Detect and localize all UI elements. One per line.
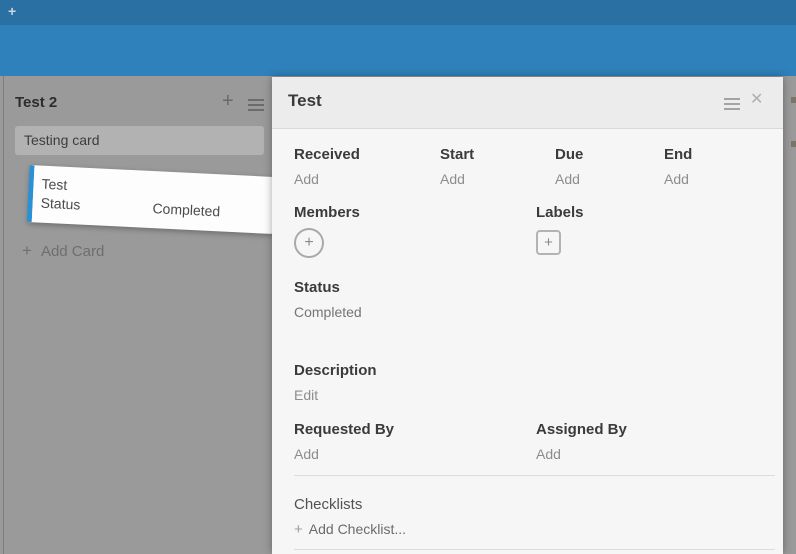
status-value[interactable]: Completed [294, 304, 761, 320]
date-due: Due Add [555, 146, 664, 187]
due-add-link[interactable]: Add [555, 171, 580, 187]
date-received: Received Add [294, 146, 440, 187]
card-detail-body: Received Add Start Add Due Add End Add [272, 146, 783, 550]
checklists-label: Checklists [294, 496, 761, 513]
clipped-next-list-fragment [791, 141, 796, 147]
plus-icon: + [304, 234, 313, 252]
members-section: Members + [294, 204, 536, 258]
add-card-label: Add Card [41, 243, 104, 260]
received-add-link[interactable]: Add [294, 171, 319, 187]
assigned-by-add-link[interactable]: Add [536, 446, 561, 462]
add-board-icon[interactable]: + [8, 3, 16, 19]
due-label: Due [555, 146, 664, 163]
board-header-banner [0, 25, 796, 76]
close-icon[interactable]: ✕ [750, 89, 763, 109]
assigned-by-label: Assigned By [536, 421, 761, 438]
add-card-button[interactable]: + Add Card [22, 241, 104, 261]
members-label: Members [294, 204, 536, 221]
add-checklist-label: Add Checklist... [309, 521, 406, 538]
requested-by-section: Requested By Add [294, 421, 536, 462]
section-divider [294, 549, 775, 550]
card-field-value: Completed [152, 199, 221, 221]
requested-assigned-row: Requested By Add Assigned By Add [294, 421, 761, 462]
date-end: End Add [664, 146, 761, 187]
board-canvas: Test 2 + Testing card Test Status Comple… [0, 76, 796, 554]
card-detail-panel: Test ✕ Received Add Start Add Due Add [272, 77, 783, 554]
received-label: Received [294, 146, 440, 163]
add-member-button[interactable]: + [294, 228, 324, 258]
list-test-2: Test 2 + Testing card Test Status Comple… [3, 76, 273, 554]
top-navbar: + [0, 0, 796, 25]
requested-by-add-link[interactable]: Add [294, 446, 319, 462]
date-start: Start Add [440, 146, 555, 187]
clipped-next-list-fragment [791, 97, 796, 103]
list-add-card-icon[interactable]: + [222, 90, 234, 113]
card-test[interactable]: Test Status Completed [27, 165, 275, 234]
requested-by-label: Requested By [294, 421, 536, 438]
plus-icon: + [544, 234, 553, 251]
description-label: Description [294, 362, 761, 379]
section-divider [294, 475, 775, 476]
assigned-by-section: Assigned By Add [536, 421, 761, 462]
start-label: Start [440, 146, 555, 163]
status-section: Status Completed [294, 279, 761, 320]
end-label: End [664, 146, 761, 163]
list-title[interactable]: Test 2 [15, 94, 57, 111]
end-add-link[interactable]: Add [664, 171, 689, 187]
labels-section: Labels + [536, 204, 761, 258]
add-checklist-button[interactable]: + Add Checklist... [294, 521, 406, 538]
status-label: Status [294, 279, 761, 296]
card-menu-icon[interactable] [724, 98, 740, 113]
new-card-input[interactable]: Testing card [15, 126, 264, 155]
card-detail-header: Test ✕ [272, 77, 783, 129]
dates-row: Received Add Start Add Due Add End Add [294, 146, 761, 187]
plus-icon: + [22, 241, 32, 261]
card-field-label: Status [40, 194, 153, 218]
card-detail-title: Test [288, 91, 322, 111]
add-label-button[interactable]: + [536, 230, 561, 255]
description-section: Description Edit [294, 362, 761, 403]
labels-label: Labels [536, 204, 761, 221]
start-add-link[interactable]: Add [440, 171, 465, 187]
list-menu-icon[interactable] [248, 99, 264, 114]
plus-icon: + [294, 521, 303, 538]
description-edit-link[interactable]: Edit [294, 387, 318, 403]
members-labels-row: Members + Labels + [294, 204, 761, 258]
checklists-section: Checklists + Add Checklist... [294, 496, 761, 538]
